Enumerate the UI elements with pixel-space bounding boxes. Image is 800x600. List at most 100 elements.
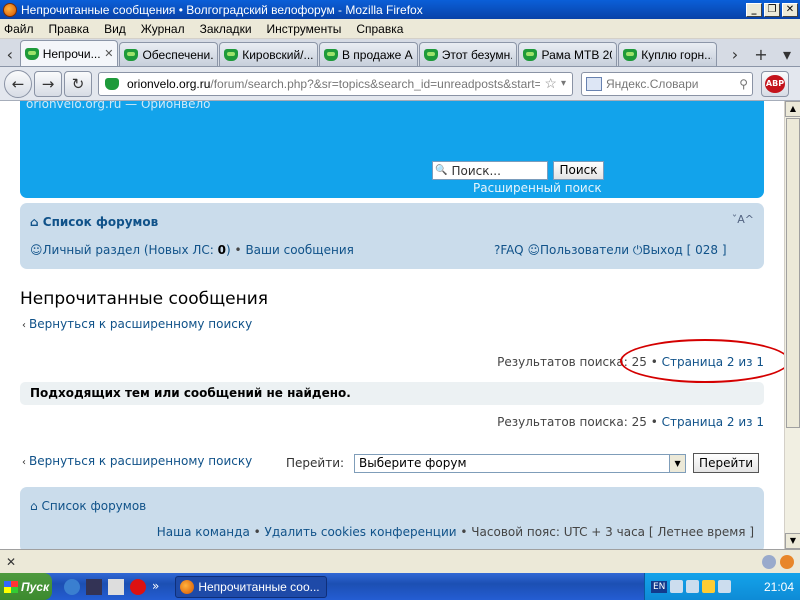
forum-search-input[interactable]: 🔍 Поиск... xyxy=(432,161,548,180)
site-header: orionvelo.org.ru — Орионвело 🔍 Поиск... … xyxy=(20,101,764,198)
abbyy-icon[interactable] xyxy=(108,578,124,595)
url-bar[interactable]: orionvelo.org.ru /forum/search.php?&sr=t… xyxy=(98,71,573,96)
status-addon-icon[interactable] xyxy=(762,554,776,569)
font-resize-control[interactable]: ˇA^ xyxy=(732,213,754,226)
footer-links: Наша команда • Удалить cookies конференц… xyxy=(157,525,754,539)
site-favicon-icon xyxy=(224,48,239,61)
new-tab-icon[interactable]: + xyxy=(748,45,774,64)
tab-close-icon[interactable]: ✕ xyxy=(104,47,113,60)
user-icon: ☺ xyxy=(30,243,43,257)
page-title: Непрочитанные сообщения xyxy=(20,289,268,309)
site-link[interactable]: orionvelo.org.ru — Орионвело xyxy=(26,101,211,111)
adblock-icon: ABP xyxy=(765,74,785,93)
tab-3[interactable]: Кировский/... xyxy=(219,42,318,66)
tab-label: Обеспечени... xyxy=(142,47,214,62)
tab-2[interactable]: Обеспечени... xyxy=(119,42,219,66)
back-to-advanced-search-link[interactable]: ‹ Вернуться к расширенному поиску xyxy=(22,317,252,331)
logout-link[interactable]: Выход [ 028 ] xyxy=(642,243,726,257)
back-icon[interactable]: ← xyxy=(4,69,32,98)
vertical-scrollbar[interactable]: ▲ ▼ xyxy=(784,101,800,549)
tray-volume-icon[interactable] xyxy=(718,580,732,593)
users-link[interactable]: Пользователи xyxy=(540,243,629,257)
forum-index-link[interactable]: ⌂ Список форумов xyxy=(30,215,158,229)
magnifier-icon[interactable]: ⚲ xyxy=(739,77,748,91)
tab-label: Кировский/... xyxy=(242,47,313,62)
windows-taskbar: Пуск » Непрочитанные соо... EN 21:04 xyxy=(0,573,800,600)
opera-icon[interactable] xyxy=(130,578,146,595)
site-favicon-icon xyxy=(523,48,538,61)
menu-help[interactable]: Справка xyxy=(356,22,403,36)
minimize-button[interactable]: _ xyxy=(746,2,762,17)
tray-shield-icon[interactable] xyxy=(702,580,716,593)
navigation-toolbar: ← → ↻ orionvelo.org.ru /forum/search.php… xyxy=(0,67,800,101)
search-engine-icon[interactable] xyxy=(586,76,602,91)
tab-scroll-left-icon[interactable]: ‹ xyxy=(0,42,20,66)
pagination-link[interactable]: Страница 2 из 1 xyxy=(662,415,764,429)
site-favicon-icon xyxy=(24,47,39,60)
faq-link[interactable]: FAQ xyxy=(500,243,523,257)
tab-label: В продаже А... xyxy=(341,47,413,62)
back-to-advanced-search-link-bottom[interactable]: ‹ Вернуться к расширенному поиску xyxy=(22,454,252,468)
tray-app-icon[interactable] xyxy=(686,580,700,593)
footer-forum-index-link[interactable]: ⌂ Список форумов xyxy=(30,499,146,513)
taskbar-window-label: Непрочитанные соо... xyxy=(198,579,320,594)
dropdown-arrow-icon[interactable]: ▼ xyxy=(669,454,686,472)
menu-view[interactable]: Вид xyxy=(104,22,126,36)
close-button[interactable]: ✕ xyxy=(782,2,798,17)
back-link-label: Вернуться к расширенному поиску xyxy=(29,454,253,468)
menu-edit[interactable]: Правка xyxy=(49,22,90,36)
scroll-up-icon[interactable]: ▲ xyxy=(785,101,800,117)
tab-4[interactable]: В продаже А... xyxy=(318,42,418,66)
pm-count: 0 xyxy=(217,243,227,257)
delete-cookies-link[interactable]: Удалить cookies конференции xyxy=(265,525,457,539)
adblock-button[interactable]: ABP xyxy=(761,70,789,97)
menu-bookmarks[interactable]: Закладки xyxy=(200,22,252,36)
more-chevron-icon[interactable]: » xyxy=(152,579,159,595)
forum-select[interactable]: Выберите форум ▼ xyxy=(354,453,687,473)
status-firefox-icon[interactable] xyxy=(780,554,794,569)
maximize-button[interactable]: ❐ xyxy=(764,2,780,17)
timezone-text: Часовой пояс: UTC + 3 часа [ Летнее врем… xyxy=(471,525,754,539)
close-findbar-icon[interactable]: ✕ xyxy=(6,555,16,569)
language-indicator[interactable]: EN xyxy=(651,580,668,593)
scroll-thumb[interactable] xyxy=(786,118,800,428)
quick-launch: » xyxy=(64,578,159,595)
scroll-down-icon[interactable]: ▼ xyxy=(785,533,800,549)
menu-tools[interactable]: Инструменты xyxy=(267,22,342,36)
start-button[interactable]: Пуск xyxy=(0,573,52,600)
tray-network-icon[interactable] xyxy=(670,580,684,593)
tab-label: Куплю горн... xyxy=(641,47,712,62)
user-links-line: ?FAQ ☺Пользователи ⏻Выход [ 028 ] xyxy=(494,243,727,258)
tab-5[interactable]: Этот безумн... xyxy=(418,42,518,66)
personal-close: ) xyxy=(226,243,231,257)
tab-scroll-right-icon[interactable]: › xyxy=(722,45,748,64)
forum-index-label: Список форумов xyxy=(42,215,159,229)
personal-section-link[interactable]: Личный раздел (Новых ЛС: 0) xyxy=(43,243,231,257)
tab-unread[interactable]: Непрочи... ✕ xyxy=(19,40,119,66)
power-icon: ⏻ xyxy=(632,243,643,257)
reload-icon[interactable]: ↻ xyxy=(64,70,92,97)
search-bar[interactable]: Яндекс.Словари ⚲ xyxy=(581,71,753,96)
personal-section-label: Личный раздел (Новых ЛС: xyxy=(42,243,218,257)
tab-6[interactable]: Рама MTB 20... xyxy=(518,42,618,66)
internet-explorer-icon[interactable] xyxy=(64,578,80,595)
forward-icon[interactable]: → xyxy=(34,70,62,97)
save-disk-icon[interactable] xyxy=(86,578,102,595)
separator: • xyxy=(253,525,261,539)
tab-list-icon[interactable]: ▾ xyxy=(774,45,800,64)
jump-button[interactable]: Перейти xyxy=(693,453,760,473)
tab-7[interactable]: Куплю горн... xyxy=(618,42,717,66)
url-dropdown-icon[interactable]: ▾ xyxy=(561,78,566,89)
firefox-icon xyxy=(3,2,17,17)
bookmark-star-icon[interactable]: ☆ xyxy=(544,75,557,92)
menu-history[interactable]: Журнал xyxy=(141,22,185,36)
your-posts-link[interactable]: Ваши сообщения xyxy=(245,243,353,257)
firefox-icon xyxy=(180,579,195,594)
url-path: /forum/search.php?&sr=topics&search_id=u… xyxy=(210,76,541,91)
team-link[interactable]: Наша команда xyxy=(157,525,250,539)
forum-search-button[interactable]: Поиск xyxy=(553,161,604,180)
forum-select-value: Выберите форум xyxy=(359,456,467,470)
menu-file[interactable]: Файл xyxy=(4,22,34,36)
advanced-search-link[interactable]: Расширенный поиск xyxy=(473,181,602,195)
taskbar-firefox-window[interactable]: Непрочитанные соо... xyxy=(175,575,328,598)
